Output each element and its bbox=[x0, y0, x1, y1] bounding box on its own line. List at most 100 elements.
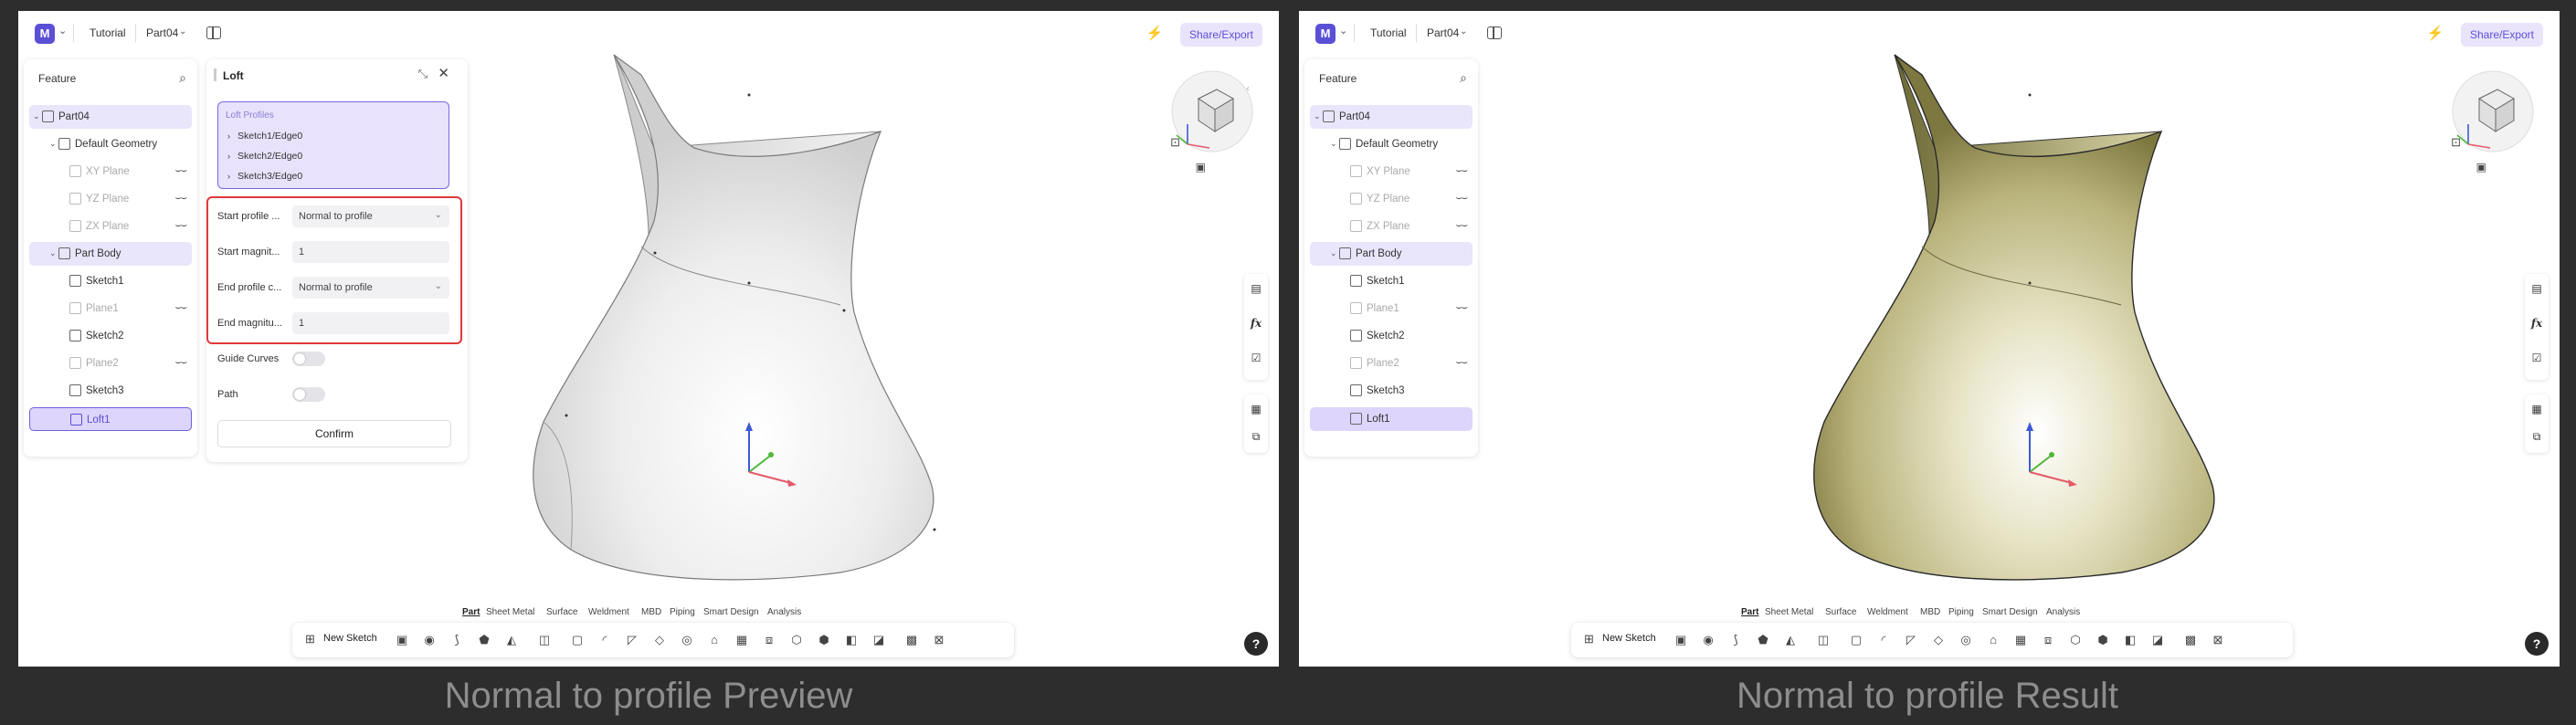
hidden-eye-icon[interactable]: ⌣⌣ bbox=[175, 193, 188, 205]
calculator-icon[interactable]: ▦ bbox=[2529, 402, 2544, 416]
chevron-down-icon[interactable]: ⌄ bbox=[58, 25, 67, 37]
tab-piping[interactable]: Piping bbox=[670, 607, 695, 617]
hole-icon[interactable]: ◎ bbox=[680, 633, 694, 647]
search-icon[interactable]: ⌕ bbox=[1460, 70, 1467, 86]
cut-icon[interactable]: ◫ bbox=[537, 633, 552, 647]
tree-item-sketch2[interactable]: Sketch2 bbox=[29, 324, 192, 348]
thread-icon[interactable]: ⌂ bbox=[1986, 633, 2001, 647]
shell-icon[interactable]: ▢ bbox=[1849, 633, 1863, 647]
tree-item-plane2[interactable]: Plane2 ⌣⌣ bbox=[29, 352, 192, 375]
confirm-button[interactable]: Confirm bbox=[217, 420, 451, 447]
pin-icon[interactable]: ⤡ bbox=[418, 67, 428, 81]
view-mode-icon[interactable]: ▣ bbox=[2476, 161, 2486, 173]
tab-weldment[interactable]: Weldment bbox=[588, 607, 629, 617]
app-logo[interactable]: M bbox=[1315, 24, 1336, 44]
profile-item[interactable]: › Sketch2/Edge0 bbox=[227, 151, 302, 162]
scale-icon[interactable]: ⬢ bbox=[817, 633, 831, 647]
tree-item-zx-plane[interactable]: ZX Plane ⌣⌣ bbox=[1310, 215, 1473, 238]
guide-curves-toggle[interactable] bbox=[292, 352, 325, 366]
move-icon[interactable]: ⬡ bbox=[789, 633, 804, 647]
calculator-icon[interactable]: ▦ bbox=[1249, 402, 1263, 416]
loft-profiles-list[interactable]: Loft Profiles › Sketch1/Edge0 › Sketch2/Ed… bbox=[217, 101, 449, 189]
more-tools-icon[interactable]: ⊠ bbox=[2211, 633, 2225, 647]
loft-icon[interactable]: ⬟ bbox=[477, 633, 491, 647]
breadcrumb-part[interactable]: Part04 bbox=[146, 26, 178, 39]
tree-item-part-body[interactable]: ⌄ Part Body bbox=[1310, 242, 1473, 266]
layers-icon[interactable]: ⧉ bbox=[1249, 429, 1263, 444]
pattern-icon[interactable]: ▦ bbox=[2013, 633, 2028, 647]
sweep-icon[interactable]: ⟆ bbox=[1728, 633, 1743, 647]
split-icon[interactable]: ◧ bbox=[844, 633, 859, 647]
mirror-icon[interactable]: ⧈ bbox=[2041, 633, 2055, 647]
measure-icon[interactable]: ▩ bbox=[904, 633, 919, 647]
hidden-eye-icon[interactable]: ⌣⌣ bbox=[175, 357, 188, 369]
tab-smart-design[interactable]: Smart Design bbox=[703, 607, 759, 617]
shell-icon[interactable]: ▢ bbox=[570, 633, 585, 647]
hole-icon[interactable]: ◎ bbox=[1958, 633, 1973, 647]
layers-icon[interactable]: ⧉ bbox=[2529, 429, 2544, 444]
tree-item-part04[interactable]: ⌄ Part04 bbox=[1310, 105, 1473, 129]
measure-icon[interactable]: ▩ bbox=[2183, 633, 2198, 647]
3d-viewport[interactable]: ⊡ ▣ ▤ fx ☑ ▦ ⧉ Part Sheet Metal Surface … bbox=[1299, 11, 2560, 667]
hidden-eye-icon[interactable]: ⌣⌣ bbox=[175, 220, 188, 232]
tree-item-sketch1[interactable]: Sketch1 bbox=[29, 269, 192, 293]
tree-item-zx-plane[interactable]: ZX Plane ⌣⌣ bbox=[29, 215, 192, 238]
fit-view-icon[interactable]: ⊡ bbox=[1170, 135, 1180, 150]
draft-icon[interactable]: ◇ bbox=[1931, 633, 1946, 647]
tree-item-yz-plane[interactable]: YZ Plane ⌣⌣ bbox=[29, 187, 192, 211]
tab-piping[interactable]: Piping bbox=[1948, 607, 1974, 617]
tab-analysis[interactable]: Analysis bbox=[2046, 607, 2080, 617]
hidden-eye-icon[interactable]: ⌣⌣ bbox=[1456, 220, 1469, 232]
tab-mbd[interactable]: MBD bbox=[641, 607, 661, 617]
tree-item-yz-plane[interactable]: YZ Plane ⌣⌣ bbox=[1310, 187, 1473, 211]
pattern-icon[interactable]: ▦ bbox=[734, 633, 749, 647]
tree-item-plane1[interactable]: Plane1 ⌣⌣ bbox=[29, 297, 192, 320]
tree-item-plane1[interactable]: Plane1 ⌣⌣ bbox=[1310, 297, 1473, 320]
properties-icon[interactable]: ▤ bbox=[2529, 281, 2544, 296]
toggle-panel-icon[interactable] bbox=[206, 26, 221, 39]
app-logo[interactable]: M bbox=[35, 24, 55, 44]
split-icon[interactable]: ◧ bbox=[2123, 633, 2138, 647]
checklist-icon[interactable]: ☑ bbox=[2529, 351, 2544, 365]
chevron-down-icon[interactable]: ⌄ bbox=[1339, 25, 1347, 37]
profile-item[interactable]: › Sketch1/Edge0 bbox=[227, 131, 302, 142]
chevron-down-icon[interactable]: ⌄ bbox=[179, 26, 186, 37]
tab-sheet-metal[interactable]: Sheet Metal bbox=[1765, 607, 1813, 617]
tree-item-xy-plane[interactable]: XY Plane ⌣⌣ bbox=[1310, 160, 1473, 184]
path-toggle[interactable] bbox=[292, 387, 325, 402]
share-export-button[interactable]: Share/Export bbox=[2461, 23, 2543, 47]
end-magnitude-input[interactable]: 1 bbox=[292, 312, 449, 334]
tree-item-part-body[interactable]: ⌄ Part Body bbox=[29, 242, 192, 266]
tab-sheet-metal[interactable]: Sheet Metal bbox=[486, 607, 534, 617]
rib-icon[interactable]: ◭ bbox=[504, 633, 519, 647]
drag-handle[interactable] bbox=[214, 68, 216, 81]
breadcrumb-part[interactable]: Part04 bbox=[1427, 26, 1459, 39]
scale-icon[interactable]: ⬢ bbox=[2096, 633, 2110, 647]
tab-surface[interactable]: Surface bbox=[546, 607, 577, 617]
tree-item-default-geometry[interactable]: ⌄ Default Geometry bbox=[29, 132, 192, 156]
view-mode-icon[interactable]: ▣ bbox=[1196, 161, 1206, 173]
checklist-icon[interactable]: ☑ bbox=[1249, 351, 1263, 365]
tree-item-loft1[interactable]: Loft1 bbox=[1310, 407, 1473, 431]
new-sketch-button[interactable]: New Sketch bbox=[1602, 633, 1656, 644]
boolean-icon[interactable]: ◪ bbox=[2150, 633, 2165, 647]
chamfer-icon[interactable]: ◸ bbox=[625, 633, 639, 647]
end-profile-select[interactable]: Normal to profile ⌄ bbox=[292, 277, 449, 299]
tree-item-loft1[interactable]: Loft1 bbox=[29, 407, 192, 431]
share-export-button[interactable]: Share/Export bbox=[1180, 23, 1262, 47]
hidden-eye-icon[interactable]: ⌣⌣ bbox=[175, 165, 188, 177]
revolve-icon[interactable]: ◉ bbox=[422, 633, 437, 647]
start-magnitude-input[interactable]: 1 bbox=[292, 241, 449, 263]
tree-item-sketch3[interactable]: Sketch3 bbox=[29, 379, 192, 403]
tree-item-sketch1[interactable]: Sketch1 bbox=[1310, 269, 1473, 293]
fit-view-icon[interactable]: ⊡ bbox=[2451, 135, 2461, 150]
help-button[interactable]: ? bbox=[1244, 632, 1268, 656]
tree-item-xy-plane[interactable]: XY Plane ⌣⌣ bbox=[29, 160, 192, 184]
tab-smart-design[interactable]: Smart Design bbox=[1982, 607, 2038, 617]
boolean-icon[interactable]: ◪ bbox=[871, 633, 886, 647]
tab-part[interactable]: Part bbox=[1741, 607, 1758, 617]
chevron-down-icon[interactable]: ⌄ bbox=[1460, 26, 1467, 37]
hidden-eye-icon[interactable]: ⌣⌣ bbox=[175, 302, 188, 314]
more-tools-icon[interactable]: ⊠ bbox=[932, 633, 946, 647]
chamfer-icon[interactable]: ◸ bbox=[1904, 633, 1918, 647]
